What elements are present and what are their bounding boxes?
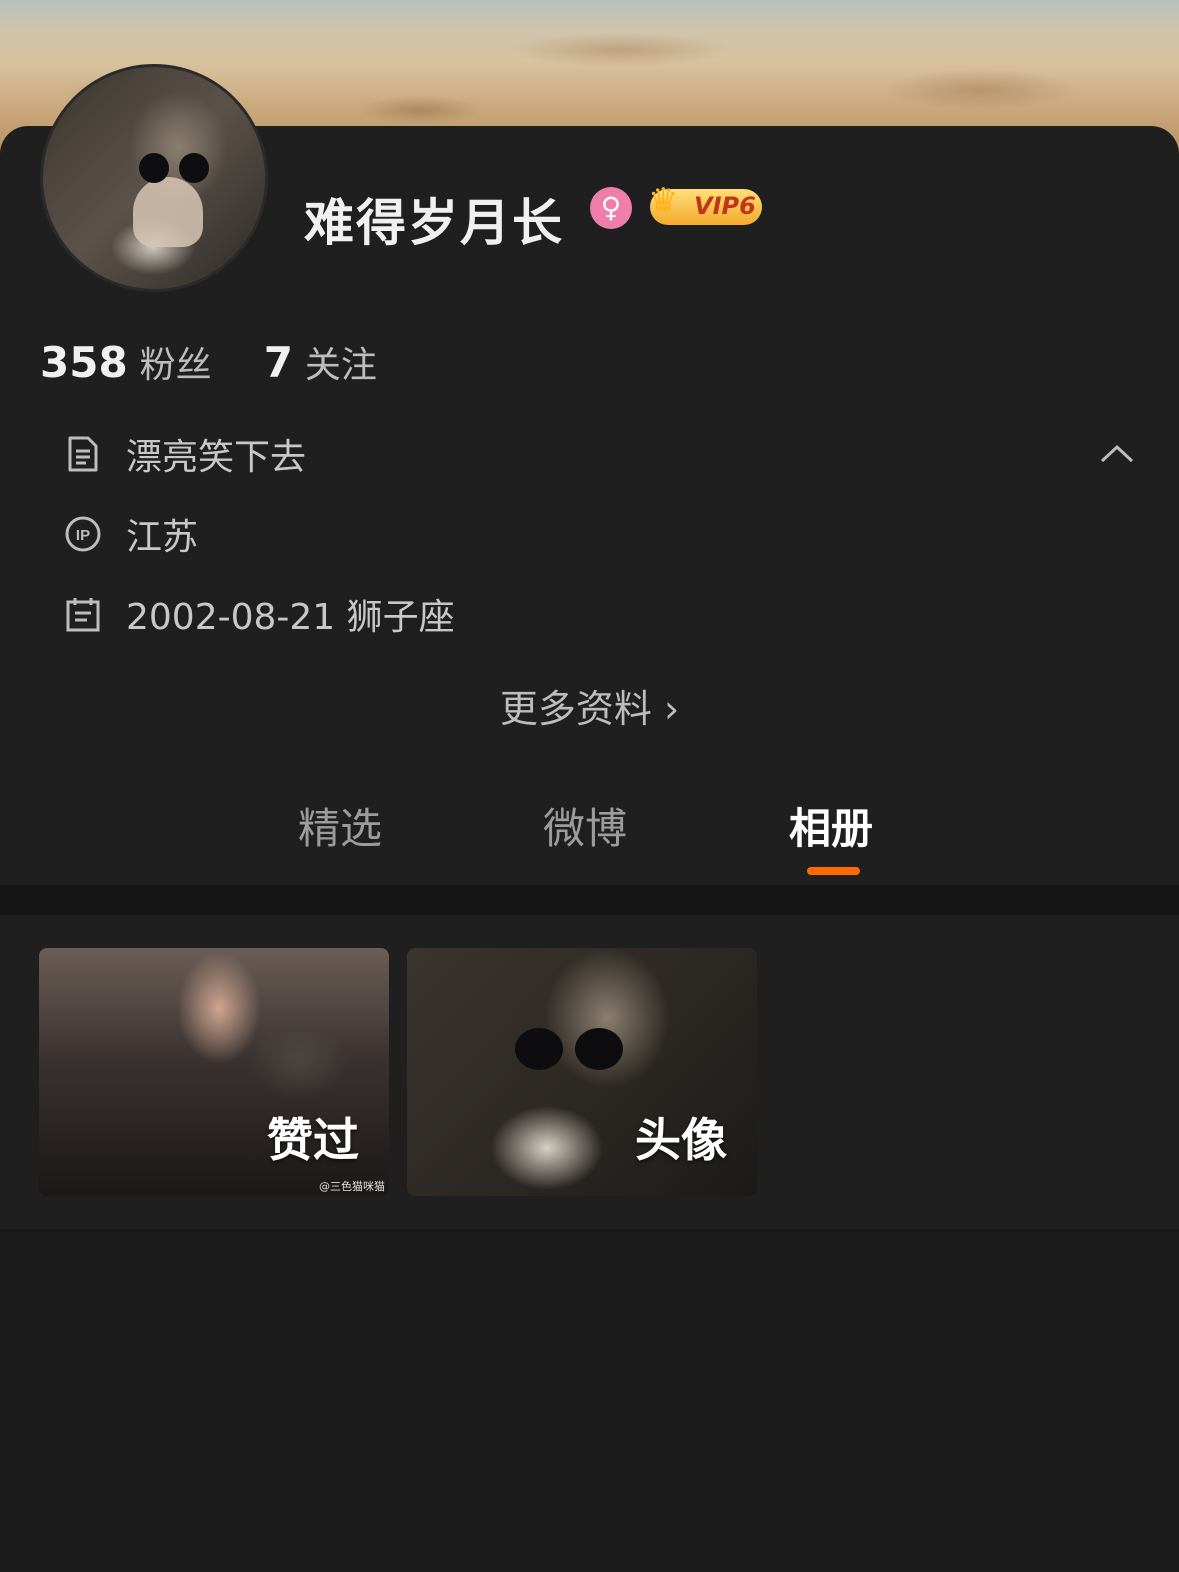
- document-icon: [68, 436, 98, 472]
- following-count[interactable]: 7: [264, 338, 293, 387]
- watermark-text: @三色猫咪猫: [319, 1180, 385, 1193]
- album-avatar-label: 头像: [635, 1113, 727, 1167]
- svg-text:IP: IP: [76, 527, 90, 544]
- album-liked[interactable]: 赞过 @三色猫咪猫: [39, 948, 389, 1196]
- ip-location-text: 江苏: [126, 517, 199, 558]
- vip-label: VIP6: [694, 192, 756, 220]
- avatar-glass-left: [139, 153, 169, 183]
- stats-bar: 358 粉丝 7 关注: [40, 336, 377, 388]
- avatar-glass-right: [179, 153, 209, 183]
- bio-text: 漂亮笑下去: [126, 437, 307, 478]
- birthday-row: 2002-08-21 狮子座: [64, 588, 455, 640]
- fans-label[interactable]: 粉丝: [140, 336, 212, 388]
- birthday-text: 2002-08-21 狮子座: [126, 597, 455, 638]
- crown-icon: ♛: [648, 181, 679, 221]
- tab-featured[interactable]: 精选: [298, 795, 382, 856]
- fans-count[interactable]: 358: [40, 338, 128, 387]
- profile-tabs: 精选 微博 相册: [0, 795, 1179, 885]
- active-tab-indicator: [807, 867, 860, 875]
- thumb-glass-right: [575, 1028, 623, 1070]
- tab-weibo[interactable]: 微博: [543, 795, 627, 856]
- female-icon: ♀: [590, 187, 632, 229]
- album-liked-label: 赞过: [267, 1113, 359, 1167]
- vip-badge[interactable]: ♛ VIP6: [648, 181, 762, 225]
- avatar[interactable]: [40, 64, 268, 292]
- album-avatar[interactable]: 头像: [407, 948, 757, 1196]
- tab-album[interactable]: 相册: [789, 795, 873, 856]
- bio-row: 漂亮笑下去: [64, 428, 306, 480]
- ip-row: IP 江苏: [64, 508, 198, 560]
- ip-location-icon: IP: [65, 516, 101, 552]
- following-label[interactable]: 关注: [305, 336, 377, 388]
- chevron-up-icon[interactable]: [1100, 437, 1134, 471]
- profile-name: 难得岁月长: [304, 194, 564, 252]
- avatar-hand-shape: [133, 177, 203, 247]
- thumb-glass-left: [515, 1028, 563, 1070]
- more-info-link[interactable]: 更多资料 ›: [0, 678, 1179, 733]
- section-divider: [0, 885, 1179, 915]
- calendar-icon: [66, 598, 100, 632]
